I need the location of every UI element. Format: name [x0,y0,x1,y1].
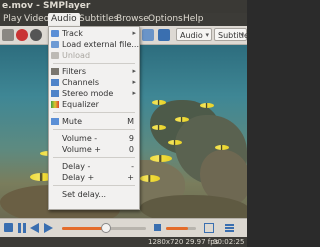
fullscreen-icon[interactable] [158,29,170,41]
channels-icon [51,79,59,86]
chevron-right-icon: ▸ [132,89,136,97]
fish [152,100,166,105]
menu-help[interactable]: Help [180,13,207,26]
rewind-icon[interactable] [30,222,42,234]
menu-item-label: Channels [62,78,100,87]
menu-item-label: Volume + [62,145,101,154]
open-file-icon[interactable] [2,29,14,41]
menu-item-label: Equalizer [62,100,99,109]
volume-icon[interactable] [152,222,164,234]
menu-separator [53,129,135,130]
chevron-right-icon: ▸ [132,78,136,86]
screenshot-icon[interactable] [142,29,154,41]
status-bar: 1280x720 29.97 fps 00:02:25 [0,237,247,247]
menu-item-filters[interactable]: Filters ▸ [49,66,139,77]
fish [200,103,214,108]
fish [152,125,166,130]
menu-item-label: Set delay... [62,190,107,199]
menu-item-stereo-mode[interactable]: Stereo mode ▸ [49,88,139,99]
subtitle-track-select[interactable]: Subtitle ▾ [214,28,249,41]
menu-item-mute[interactable]: Mute M [49,116,139,127]
menu-item-label: Filters [62,67,86,76]
filter-icon [51,68,59,75]
menu-item-channels[interactable]: Channels ▸ [49,77,139,88]
stereo-icon [51,90,59,97]
menu-separator [53,157,135,158]
menu-item-shortcut: 9 [128,134,134,143]
forward-icon[interactable] [44,222,56,234]
fish [150,155,172,162]
fullscreen-toggle-icon[interactable] [203,222,215,234]
fish [140,175,160,182]
playlist-icon[interactable] [225,222,237,234]
audio-track-select[interactable]: Audio ▾ [176,28,212,41]
chevron-right-icon: ▸ [132,29,136,37]
fish [175,117,189,122]
chevron-down-icon: ▾ [240,31,244,39]
menu-item-set-delay[interactable]: Set delay... [49,189,139,200]
audio-menu-dropdown: Track ▸ Load external file... Unload Fil… [48,26,140,210]
chevron-right-icon: ▸ [132,67,136,75]
menu-item-volume-up[interactable]: Volume + 0 [49,144,139,155]
menu-item-shortcut: - [131,162,134,171]
control-bar [0,218,247,238]
speaker-icon [51,30,59,37]
folder-icon [51,41,59,48]
menu-item-shortcut: + [127,173,134,182]
stop-icon[interactable] [3,222,15,234]
menu-item-equalizer[interactable]: Equalizer [49,99,139,110]
menu-item-label: Volume - [62,134,98,143]
menu-item-delay-up[interactable]: Delay + + [49,172,139,183]
subtitle-track-value: Subtitle [218,31,249,40]
menu-item-delay-down[interactable]: Delay - - [49,161,139,172]
favorites-heart-icon[interactable] [16,29,28,41]
volume-slider[interactable] [166,222,196,234]
window-title: e.mov - SMPlayer [2,1,91,11]
menu-separator [53,185,135,186]
menu-audio[interactable]: Audio [48,13,80,26]
menu-item-shortcut: M [127,117,134,126]
equalizer-icon [51,101,59,108]
menu-separator [53,63,135,64]
menu-item-label: Track [62,29,83,38]
menu-item-label: Stereo mode [62,89,114,98]
menu-item-label: Delay - [62,162,91,171]
audio-track-value: Audio [180,31,203,40]
menu-item-label: Delay + [62,173,95,182]
menu-item-label: Load external file... [62,40,140,49]
mute-icon [51,118,59,125]
seek-bar[interactable] [62,223,146,233]
fish [215,145,229,150]
pause-icon[interactable] [16,222,28,234]
seabed [140,195,247,218]
fish [168,140,182,145]
menu-item-unload[interactable]: Unload [49,50,139,61]
menu-item-load-external[interactable]: Load external file... [49,39,139,50]
menu-item-label: Mute [62,117,83,126]
menu-item-shortcut: 0 [128,145,134,154]
playback-time: 00:02:25 [213,238,245,246]
menu-item-volume-down[interactable]: Volume - 9 [49,133,139,144]
chevron-down-icon: ▾ [205,31,209,39]
menu-separator [53,112,135,113]
menu-bar: Play Video Audio Subtitles Browse Option… [0,13,247,26]
seek-handle[interactable] [100,223,111,233]
disc-icon[interactable] [30,29,42,41]
unload-icon [51,52,59,59]
title-bar: e.mov - SMPlayer [0,0,247,13]
menu-item-track[interactable]: Track ▸ [49,28,139,39]
seek-progress [62,227,106,230]
menu-item-label: Unload [62,51,91,60]
video-resolution: 1280x720 29.97 fps [148,238,219,246]
